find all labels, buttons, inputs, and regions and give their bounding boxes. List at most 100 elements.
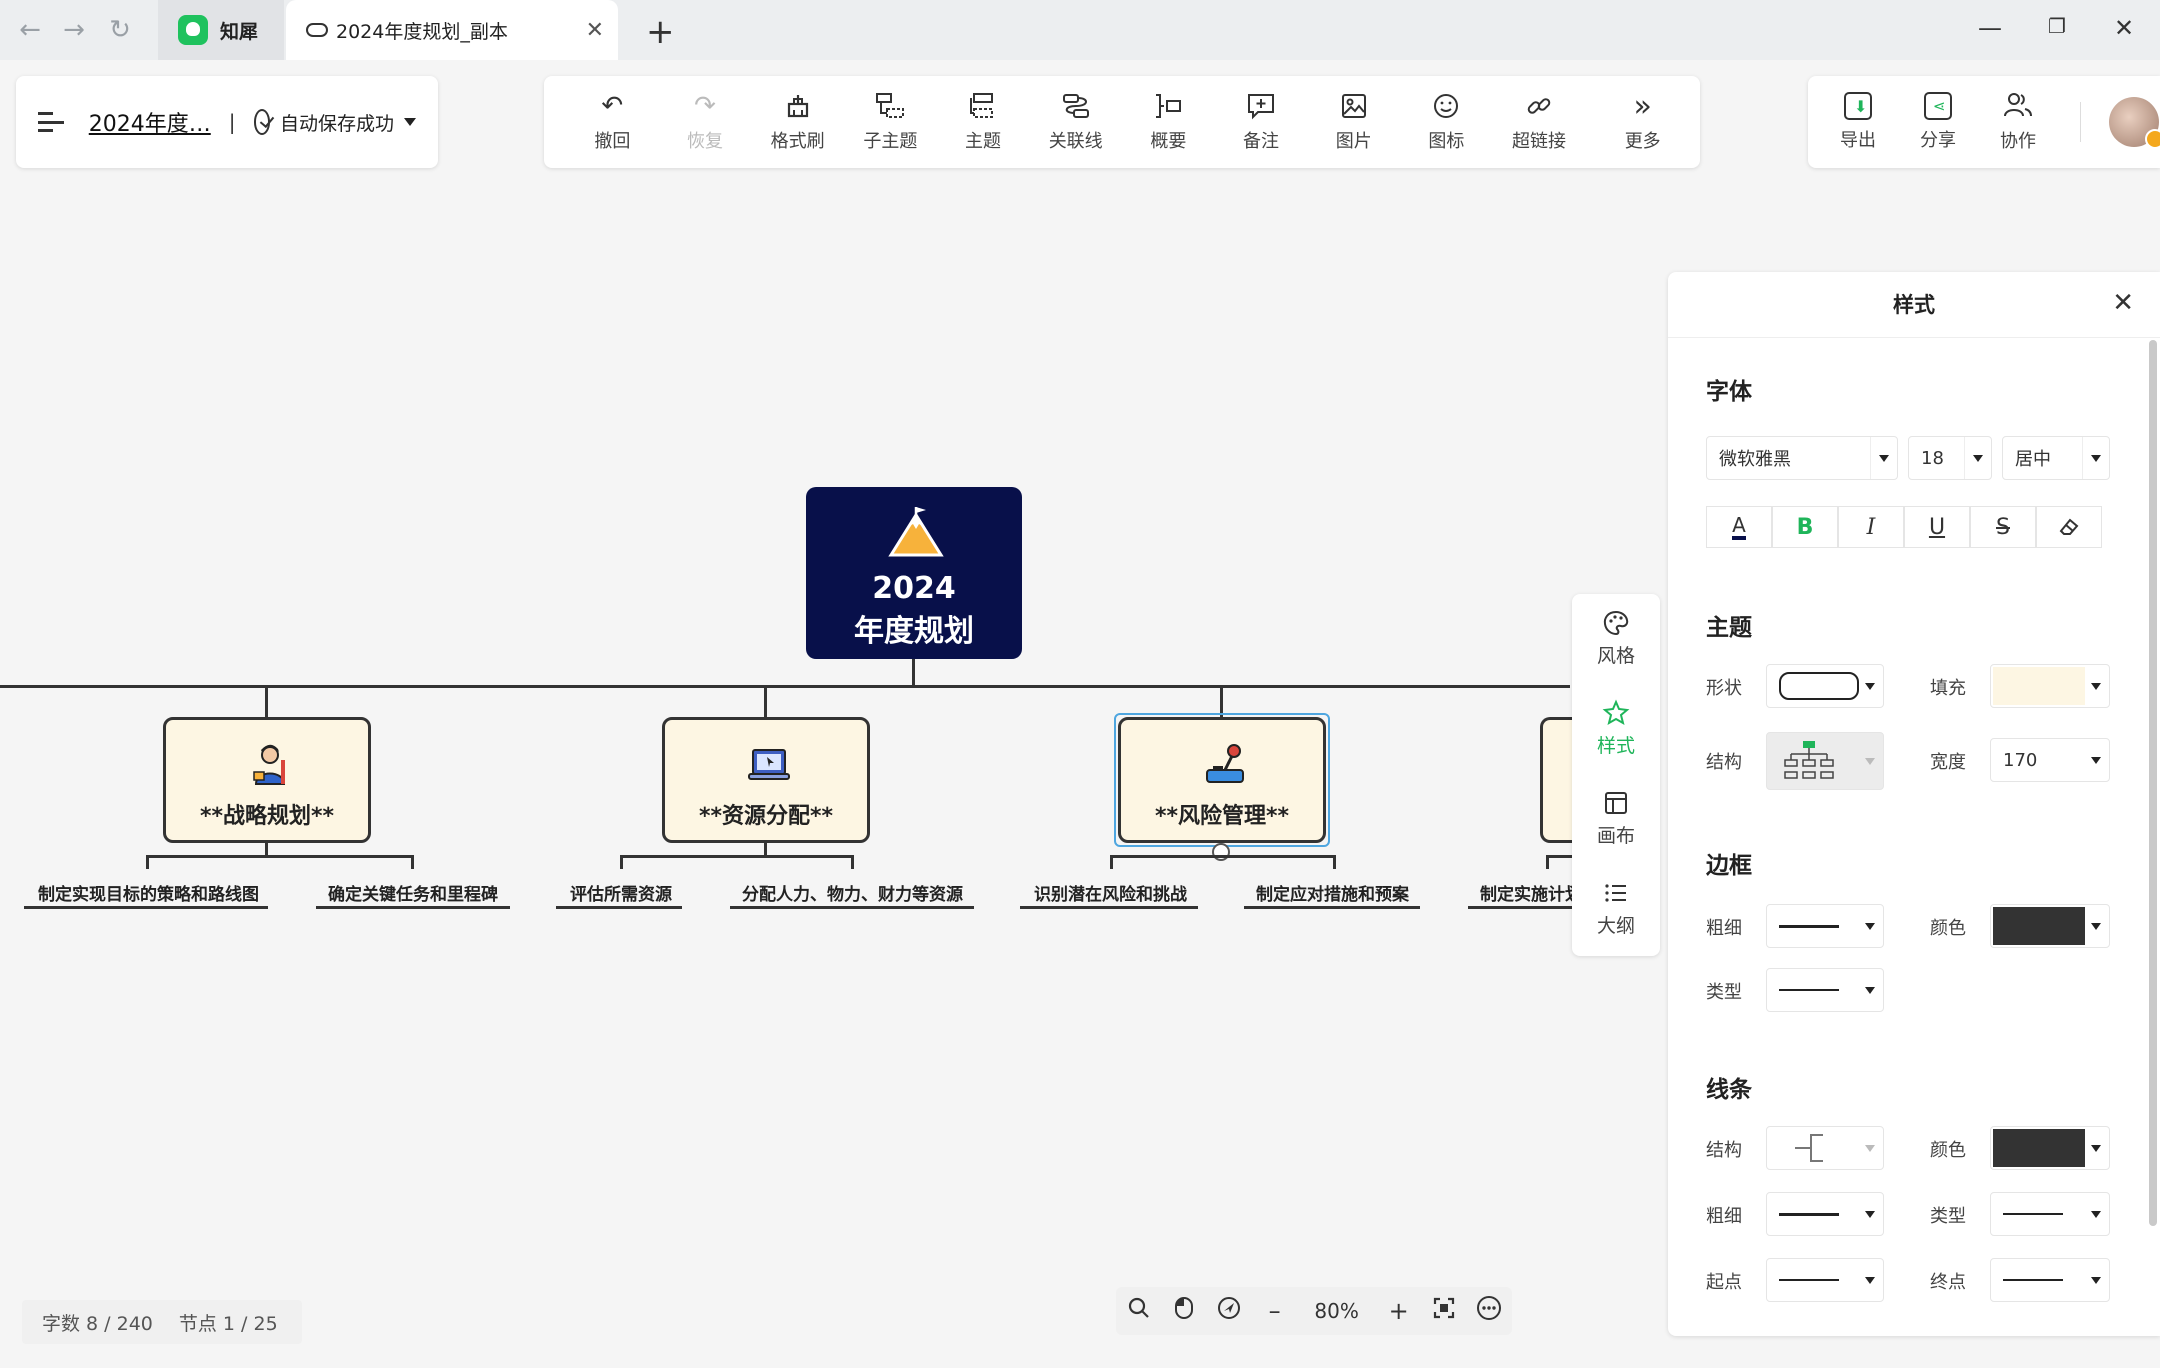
line-thickness-select[interactable] <box>1766 1192 1884 1236</box>
underline-button[interactable]: U <box>1904 506 1970 548</box>
leaf-topic[interactable]: 评估所需资源 <box>570 880 672 905</box>
emoji-icon <box>1431 91 1461 121</box>
border-thickness-label: 粗细 <box>1706 918 1742 939</box>
link-icon <box>1524 91 1554 121</box>
zoom-in-icon[interactable]: + <box>1376 1297 1421 1325</box>
leaf-topic[interactable]: 制定实现目标的策略和路线图 <box>38 880 259 905</box>
fill-color-select[interactable] <box>1990 664 2110 708</box>
line-end-select[interactable] <box>1990 1258 2110 1302</box>
line-type-sample <box>1779 989 1839 991</box>
tab-theme-style[interactable]: 风格 <box>1572 598 1660 678</box>
more-button[interactable]: » 更多 <box>1585 76 1700 168</box>
format-brush-button[interactable]: 格式刷 <box>751 76 844 168</box>
window-close-icon[interactable]: ✕ <box>2114 14 2134 42</box>
document-title[interactable]: 2024年度… <box>89 106 211 138</box>
undo-button[interactable]: ↶ 撤回 <box>566 76 659 168</box>
shape-label: 形状 <box>1706 678 1742 699</box>
more-options-icon[interactable] <box>1467 1295 1512 1327</box>
connector-line <box>1546 855 1572 858</box>
leaf-topic[interactable]: 分配人力、物力、财力等资源 <box>742 880 963 905</box>
emoji-button[interactable]: 图标 <box>1400 76 1493 168</box>
topic-node-risk[interactable]: **风险管理** <box>1118 717 1326 843</box>
export-button[interactable]: ⬇ 导出 <box>1818 92 1898 152</box>
zoom-level[interactable]: 80% <box>1297 1299 1376 1323</box>
topic-node-resources[interactable]: **资源分配** <box>662 717 870 843</box>
chevron-down-icon <box>1865 1211 1875 1218</box>
font-color-button[interactable]: A <box>1706 506 1772 548</box>
tab-outline[interactable]: 大纲 <box>1572 868 1660 948</box>
section-font: 字体 <box>1706 379 1752 405</box>
leaf-topic[interactable]: 制定应对措施和预案 <box>1256 880 1409 905</box>
leaf-topic[interactable]: 制定实施计划 <box>1480 880 1572 905</box>
tab-app-label: 知犀 <box>220 20 259 43</box>
minimize-icon[interactable]: — <box>1978 14 2002 42</box>
connector-line <box>1333 855 1336 869</box>
line-start-select[interactable] <box>1766 1258 1884 1302</box>
link-button[interactable]: 超链接 <box>1493 76 1586 168</box>
collaborate-button[interactable]: 协作 <box>1978 91 2058 153</box>
leaf-underline <box>1244 906 1420 909</box>
avatar[interactable] <box>2109 97 2160 149</box>
italic-button[interactable]: I <box>1838 506 1904 548</box>
mountain-flag-icon <box>888 507 944 557</box>
new-tab-icon[interactable]: + <box>646 12 675 52</box>
mouse-mode-icon[interactable] <box>1161 1296 1206 1326</box>
image-button[interactable]: 图片 <box>1307 76 1400 168</box>
search-icon[interactable] <box>1116 1296 1161 1326</box>
border-color-select[interactable] <box>1990 904 2110 948</box>
save-status[interactable]: 自动保存成功 <box>280 109 394 136</box>
close-tab-icon[interactable]: ✕ <box>586 18 604 43</box>
subtopic-button[interactable]: 子主题 <box>844 76 937 168</box>
border-thickness-select[interactable] <box>1766 904 1884 948</box>
back-icon[interactable]: ← <box>14 14 46 46</box>
zoom-out-icon[interactable]: – <box>1252 1297 1297 1325</box>
line-color-swatch <box>1993 1129 2085 1167</box>
org-chart-structure-icon <box>1784 741 1834 779</box>
clear-format-button[interactable] <box>2036 506 2102 548</box>
menu-icon[interactable] <box>38 112 64 132</box>
redo-button[interactable]: ↷ 恢复 <box>659 76 752 168</box>
shape-select[interactable] <box>1766 664 1884 708</box>
zoom-bar: – 80% + <box>1116 1287 1512 1335</box>
note-button[interactable]: 备注 <box>1215 76 1308 168</box>
person-icon <box>253 744 286 785</box>
relation-line-button[interactable]: 关联线 <box>1029 76 1122 168</box>
chevron-down-icon <box>1865 923 1875 930</box>
close-icon[interactable]: ✕ <box>2112 290 2134 316</box>
summary-button[interactable]: 概要 <box>1122 76 1215 168</box>
panel-scrollbar[interactable] <box>2149 340 2157 1226</box>
border-type-select[interactable] <box>1766 968 1884 1012</box>
collapse-handle-icon[interactable] <box>1212 843 1230 861</box>
font-size-select[interactable]: 18 <box>1908 436 1992 480</box>
topic-node-strategy[interactable]: **战略规划** <box>163 717 371 843</box>
root-title-year: 2024 <box>872 571 956 606</box>
font-family-select[interactable]: 微软雅黑 <box>1706 436 1898 480</box>
tab-style[interactable]: 样式 <box>1572 688 1660 768</box>
forward-icon[interactable]: → <box>58 14 90 46</box>
leaf-topic[interactable]: 确定关键任务和里程碑 <box>328 880 498 905</box>
line-structure-select[interactable] <box>1766 1126 1884 1170</box>
summary-label: 概要 <box>1150 131 1187 152</box>
root-topic[interactable]: 2024 年度规划 <box>806 487 1022 659</box>
topic-button[interactable]: 主题 <box>937 76 1030 168</box>
align-select[interactable]: 居中 <box>2002 436 2110 480</box>
restore-icon[interactable]: ❐ <box>2048 14 2066 38</box>
chevron-down-icon[interactable] <box>404 118 416 126</box>
users-icon <box>2003 91 2033 121</box>
tab-document[interactable]: 2024年度规划_副本 ✕ <box>286 0 618 60</box>
tab-app[interactable]: 知犀 <box>158 0 284 60</box>
width-select[interactable]: 170 <box>1990 738 2110 782</box>
bold-button[interactable]: B <box>1772 506 1838 548</box>
leaf-topic[interactable]: 识别潜在风险和挑战 <box>1034 880 1187 905</box>
reload-icon[interactable]: ↻ <box>104 14 136 46</box>
locate-icon[interactable] <box>1207 1296 1252 1326</box>
line-color-select[interactable] <box>1990 1126 2110 1170</box>
strikethrough-button[interactable]: S <box>1970 506 2036 548</box>
underline-icon: U <box>1928 514 1946 540</box>
leaf-underline <box>730 906 974 909</box>
tab-canvas[interactable]: 画布 <box>1572 778 1660 858</box>
fit-screen-icon[interactable] <box>1421 1296 1466 1326</box>
structure-select[interactable] <box>1766 732 1884 790</box>
share-button[interactable]: ⋖ 分享 <box>1898 92 1978 152</box>
line-type-select[interactable] <box>1990 1192 2110 1236</box>
